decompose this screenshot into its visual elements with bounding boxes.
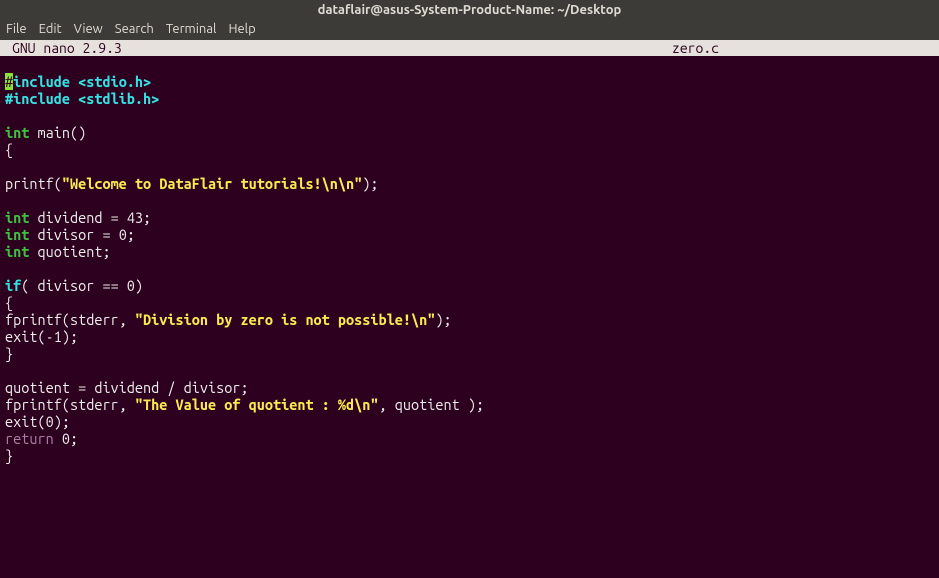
menu-file[interactable]: File bbox=[6, 22, 27, 36]
nano-filename: zero.c bbox=[672, 40, 719, 56]
menu-view[interactable]: View bbox=[74, 22, 103, 36]
code-line-12: exit(-1); bbox=[5, 328, 78, 345]
code-line-16: exit(0); bbox=[5, 413, 70, 430]
code-line-9: if( divisor == 0) bbox=[5, 277, 143, 294]
blank-line bbox=[5, 158, 934, 175]
code-line-14: quotient = dividend / divisor; bbox=[5, 379, 249, 396]
menu-help[interactable]: Help bbox=[228, 22, 255, 36]
blank-line bbox=[5, 260, 934, 277]
blank-line bbox=[5, 192, 934, 209]
code-line-18: } bbox=[5, 447, 13, 464]
window-titlebar: dataflair@asus-System-Product-Name: ~/De… bbox=[0, 0, 939, 20]
code-line-7: int divisor = 0; bbox=[5, 226, 135, 243]
window-title: dataflair@asus-System-Product-Name: ~/De… bbox=[318, 3, 622, 17]
menu-search[interactable]: Search bbox=[115, 22, 154, 36]
code-line-5: printf("Welcome to DataFlair tutorials!\… bbox=[5, 175, 379, 192]
code-line-11: fprintf(stderr, "Division by zero is not… bbox=[5, 311, 452, 328]
code-line-17: return 0; bbox=[5, 430, 78, 447]
code-line-8: int quotient; bbox=[5, 243, 111, 260]
nano-status-bar: GNU nano 2.9.3 zero.c bbox=[0, 40, 939, 56]
menu-bar: File Edit View Search Terminal Help bbox=[0, 20, 939, 40]
menu-terminal[interactable]: Terminal bbox=[166, 22, 217, 36]
menu-edit[interactable]: Edit bbox=[39, 22, 62, 36]
code-line-2: #include <stdlib.h> bbox=[5, 90, 159, 107]
blank-line bbox=[5, 107, 934, 124]
code-line-3: int main() bbox=[5, 124, 86, 141]
code-line-15: fprintf(stderr, "The Value of quotient :… bbox=[5, 396, 484, 413]
nano-version: GNU nano 2.9.3 bbox=[12, 40, 672, 56]
cursor: # bbox=[5, 73, 13, 90]
code-line-1: #include <stdio.h> bbox=[5, 73, 151, 90]
code-line-10: { bbox=[5, 294, 13, 311]
editor-area[interactable]: #include <stdio.h> #include <stdlib.h> i… bbox=[0, 56, 939, 464]
code-line-13: } bbox=[5, 345, 13, 362]
code-line-6: int dividend = 43; bbox=[5, 209, 151, 226]
code-line-4: { bbox=[5, 141, 13, 158]
blank-line bbox=[5, 362, 934, 379]
